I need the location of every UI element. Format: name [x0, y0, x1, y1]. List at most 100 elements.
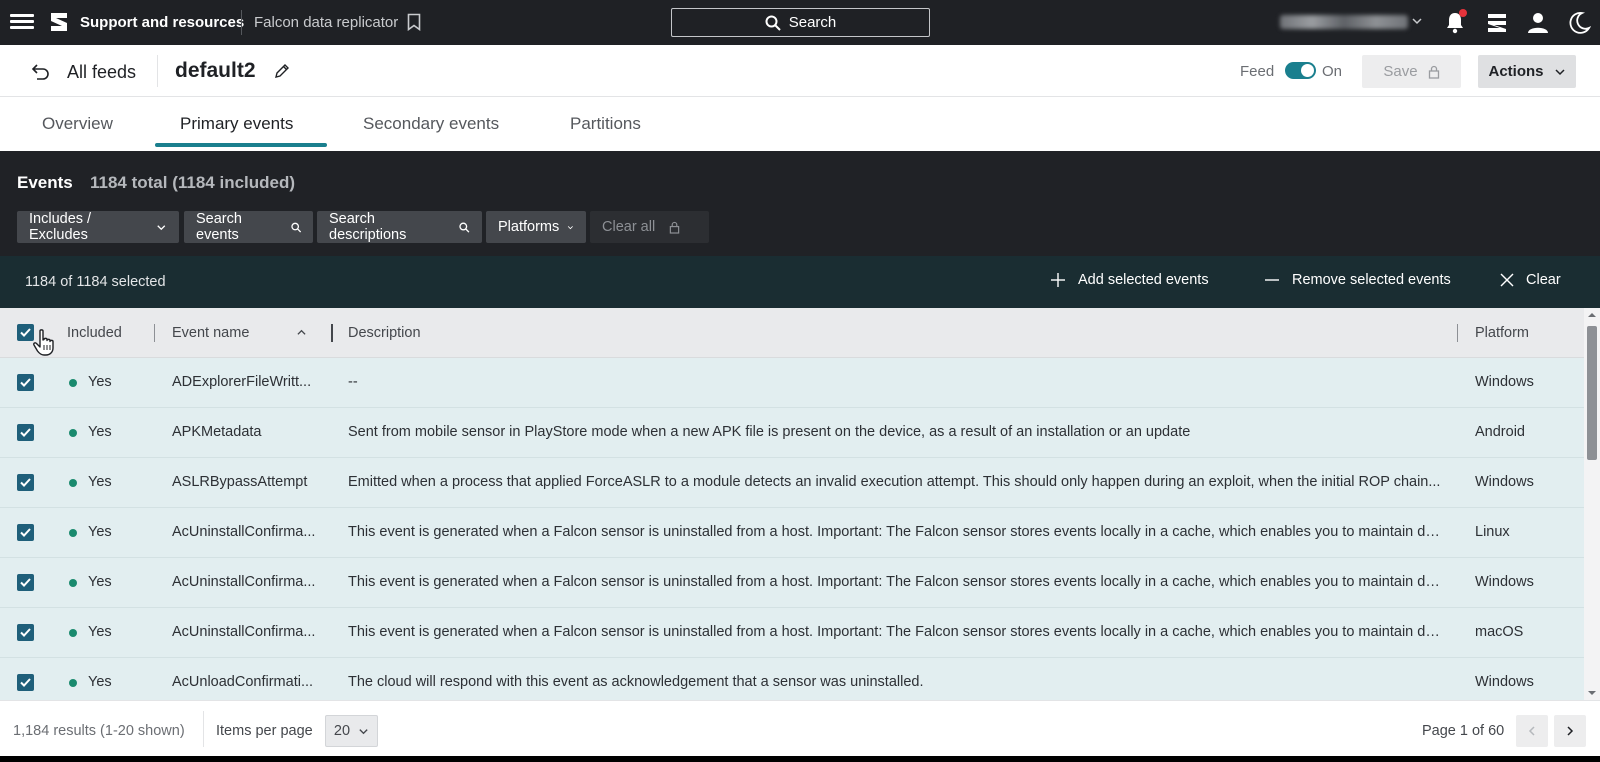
column-header-included[interactable]: Included	[67, 325, 122, 341]
event-platform: Windows	[1475, 374, 1534, 390]
event-name[interactable]: ADExplorerFileWritt...	[172, 374, 320, 390]
check-icon	[20, 428, 31, 437]
row-checkbox[interactable]	[17, 474, 34, 491]
feed-name-title: default2	[175, 59, 256, 82]
items-per-page-label: Items per page	[216, 723, 313, 739]
event-description: This event is generated when a Falcon se…	[348, 574, 1443, 590]
table-row[interactable]: Yes APKMetadata Sent from mobile sensor …	[0, 408, 1584, 458]
top-navigation-bar: Support and resources Falcon data replic…	[0, 0, 1600, 45]
event-name[interactable]: AcUninstallConfirma...	[172, 574, 320, 590]
included-status-dot	[69, 429, 77, 437]
tab-primary-events[interactable]: Primary events	[180, 114, 293, 134]
dark-mode-moon-icon[interactable]	[1567, 11, 1591, 35]
search-events-filter[interactable]: Search events	[184, 211, 313, 243]
table-row[interactable]: Yes ASLRBypassAttempt Emitted when a pro…	[0, 458, 1584, 508]
active-tab-indicator	[155, 143, 327, 147]
filter-label: Platforms	[498, 219, 560, 235]
row-checkbox[interactable]	[17, 574, 34, 591]
row-checkbox[interactable]	[17, 524, 34, 541]
tab-overview[interactable]: Overview	[42, 114, 113, 134]
save-label: Save	[1383, 63, 1418, 80]
event-name[interactable]: AcUninstallConfirma...	[172, 524, 320, 540]
previous-page-button[interactable]	[1516, 715, 1548, 747]
row-checkbox[interactable]	[17, 624, 34, 641]
close-icon	[1500, 273, 1514, 287]
pencil-edit-icon[interactable]	[274, 63, 290, 79]
global-search-button[interactable]: Search	[671, 8, 930, 37]
column-resize-handle[interactable]	[1457, 324, 1458, 342]
table-row[interactable]: Yes AcUninstallConfirma... This event is…	[0, 608, 1584, 658]
column-resize-handle[interactable]	[154, 324, 155, 342]
table-header: Included Event name Description Platform	[0, 308, 1584, 358]
table-row[interactable]: Yes ADExplorerFileWritt... -- Windows	[0, 358, 1584, 408]
event-platform: Android	[1475, 424, 1525, 440]
row-checkbox[interactable]	[17, 374, 34, 391]
column-resize-handle[interactable]	[331, 324, 333, 342]
brand-divider	[241, 10, 242, 35]
table-row[interactable]: Yes AcUninstallConfirma... This event is…	[0, 508, 1584, 558]
back-arrow-icon[interactable]	[31, 61, 51, 81]
hand-pointer-cursor-icon	[33, 329, 54, 356]
event-description: Sent from mobile sensor in PlayStore mod…	[348, 424, 1191, 440]
event-name[interactable]: AcUninstallConfirma...	[172, 624, 320, 640]
event-description: This event is generated when a Falcon se…	[348, 624, 1443, 640]
user-profile-icon[interactable]	[1526, 11, 1550, 35]
column-header-event-name[interactable]: Event name	[172, 325, 249, 341]
remove-selected-events-button[interactable]: Remove selected events	[1264, 272, 1451, 288]
included-value: Yes	[88, 674, 112, 690]
event-platform: macOS	[1475, 624, 1524, 640]
bookmark-icon[interactable]	[407, 13, 421, 31]
column-header-platform[interactable]: Platform	[1475, 325, 1529, 341]
tab-partitions[interactable]: Partitions	[570, 114, 641, 134]
next-page-button[interactable]	[1554, 715, 1586, 747]
notification-badge	[1459, 9, 1467, 17]
clear-selection-button[interactable]: Clear	[1500, 272, 1561, 288]
scroll-up-arrow-icon[interactable]	[1588, 311, 1596, 319]
add-selected-events-button[interactable]: Add selected events	[1050, 272, 1209, 288]
actions-dropdown-button[interactable]: Actions	[1478, 55, 1576, 88]
events-title: Events	[17, 173, 73, 192]
included-value: Yes	[88, 524, 112, 540]
user-account-name[interactable]	[1280, 15, 1408, 29]
brand-title[interactable]: Support and resources	[80, 14, 244, 31]
clear-all-filters-button[interactable]: Clear all	[590, 211, 709, 243]
search-icon	[765, 15, 781, 31]
feed-toggle-switch[interactable]	[1285, 62, 1316, 79]
scrollbar-thumb[interactable]	[1587, 326, 1597, 460]
event-description: Emitted when a process that applied Forc…	[348, 474, 1441, 490]
window-bottom-edge	[0, 756, 1600, 762]
add-label: Add selected events	[1078, 272, 1209, 288]
lock-icon	[1428, 65, 1439, 79]
check-icon	[20, 528, 31, 537]
platforms-filter[interactable]: Platforms	[486, 211, 586, 243]
falcon-apps-icon[interactable]	[1485, 11, 1509, 35]
falcon-logo-icon[interactable]	[47, 10, 71, 34]
event-name[interactable]: AcUnloadConfirmati...	[172, 674, 320, 690]
page-indicator: Page 1 of 60	[1422, 723, 1505, 739]
sort-ascending-icon[interactable]	[296, 328, 307, 337]
filter-label: Search descriptions	[329, 211, 407, 243]
events-count: 1184 total (1184 included)	[90, 173, 296, 192]
included-status-dot	[69, 579, 77, 587]
event-name[interactable]: ASLRBypassAttempt	[172, 474, 320, 490]
event-name[interactable]: APKMetadata	[172, 424, 320, 440]
chevron-down-icon[interactable]	[1411, 15, 1423, 27]
row-checkbox[interactable]	[17, 424, 34, 441]
table-scrollbar[interactable]	[1584, 308, 1600, 700]
column-header-description[interactable]: Description	[348, 325, 421, 341]
includes-excludes-filter[interactable]: Includes / Excludes	[17, 211, 179, 243]
scroll-down-arrow-icon[interactable]	[1588, 689, 1596, 697]
check-icon	[20, 478, 31, 487]
all-feeds-link[interactable]: All feeds	[67, 62, 136, 83]
chevron-left-icon	[1528, 726, 1535, 736]
tab-secondary-events[interactable]: Secondary events	[363, 114, 499, 134]
events-table: Included Event name Description Platform…	[0, 308, 1584, 700]
table-row[interactable]: Yes AcUnloadConfirmati... The cloud will…	[0, 658, 1584, 700]
save-button[interactable]: Save	[1362, 55, 1461, 88]
chevron-down-icon	[568, 225, 574, 229]
items-per-page-select[interactable]: 20	[325, 715, 378, 747]
search-descriptions-filter[interactable]: Search descriptions	[317, 211, 482, 243]
row-checkbox[interactable]	[17, 674, 34, 691]
menu-icon[interactable]	[10, 11, 34, 33]
table-row[interactable]: Yes AcUninstallConfirma... This event is…	[0, 558, 1584, 608]
